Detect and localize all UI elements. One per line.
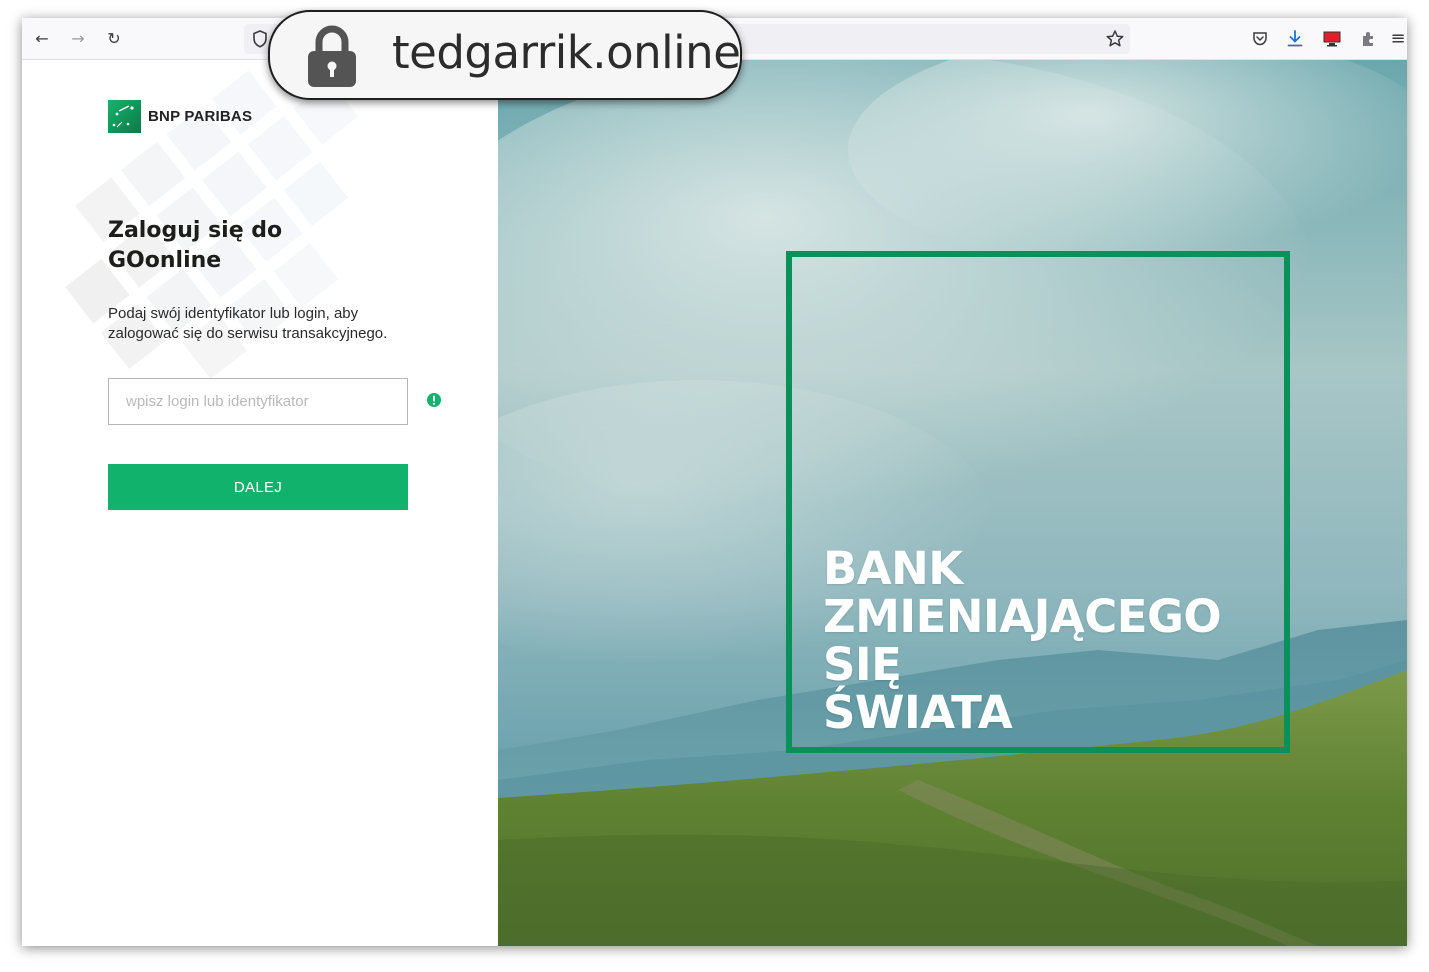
reload-button[interactable]: ↻ [102,27,126,51]
login-description-line1: Podaj swój identyfikator lub login, aby [108,305,359,322]
next-button[interactable]: DALEJ [108,464,408,510]
hero-slogan-line1: BANK [823,542,963,595]
url-domain: tedgarrik.online [392,26,741,79]
url-callout: tedgarrik.online [268,10,742,100]
bank-logo-icon [108,100,141,133]
forward-button[interactable]: → [66,27,90,51]
back-button[interactable]: ← [30,27,54,51]
page-title: Zaloguj się do GOonline [108,216,368,276]
login-description: Podaj swój identyfikator lub login, aby … [108,304,428,344]
hero-slogan-line4: ŚWIATA [823,686,1013,739]
bank-logo-text: BNP PARIBAS [148,108,253,125]
page-title-line1: Zaloguj się do [108,218,283,243]
info-icon[interactable] [426,392,442,408]
shield-icon[interactable] [250,29,270,49]
browser-window: ← → ↻ ≡ BNP PARIBAS Zaloguj się do GOonl… [22,18,1407,946]
hero-slogan-line2: ZMIENIAJĄCEGO [823,590,1222,643]
download-icon[interactable] [1286,29,1304,49]
pocket-icon[interactable] [1251,30,1269,48]
hero-image: BANK ZMIENIAJĄCEGO SIĘ ŚWIATA [498,60,1407,946]
login-panel: BNP PARIBAS Zaloguj się do GOonline Poda… [22,60,498,946]
page-content: BNP PARIBAS Zaloguj się do GOonline Poda… [22,60,1407,946]
bank-logo: BNP PARIBAS [108,100,252,133]
lock-icon [308,25,356,87]
login-description-line2: zalogować się do serwisu transakcyjnego. [108,325,388,342]
screen-share-icon[interactable] [1322,30,1342,48]
bookmark-star-icon[interactable] [1104,28,1126,50]
menu-button[interactable]: ≡ [1386,27,1407,51]
hero-slogan-line3: SIĘ [823,638,902,691]
extension-icon[interactable] [1359,30,1377,48]
login-input[interactable] [108,378,408,425]
page-title-line2: GOonline [108,248,222,273]
